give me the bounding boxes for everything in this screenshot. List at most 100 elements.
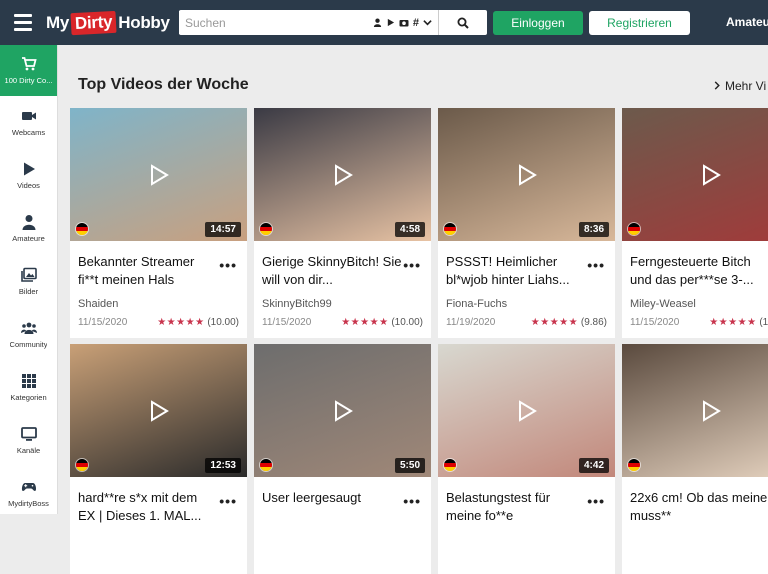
video-rating: (9.86) <box>580 317 607 328</box>
sidebar-item-amateure[interactable]: Amateure <box>0 202 57 255</box>
video-date: 11/15/2020 <box>78 317 128 328</box>
camera-icon <box>399 20 409 27</box>
sidebar-item-label: Bilder <box>18 287 39 296</box>
german-flag-icon <box>627 222 641 236</box>
more-videos-label: Mehr Vi <box>725 79 767 93</box>
video-author[interactable]: Shaiden <box>78 298 239 310</box>
search-input[interactable] <box>179 11 359 34</box>
video-card[interactable]: 4:42 Belastungstest für meine fo**e ••• <box>438 344 615 574</box>
video-rating: (10.00) <box>759 317 768 328</box>
sidebar-item-webcams[interactable]: Webcams <box>0 96 57 149</box>
video-info: Ferngesteuerte Bitch und das per***se 3-… <box>622 241 768 338</box>
video-card[interactable]: 2: Ferngesteuerte Bitch und das per***se … <box>622 108 768 338</box>
sidebar-item-label: MydirtyBoss <box>8 499 49 508</box>
more-options-icon[interactable]: ••• <box>219 257 237 273</box>
search-filter-dropdown[interactable]: # <box>373 10 439 35</box>
login-button[interactable]: Einloggen <box>493 11 583 35</box>
sidebar-item-dirty-coins[interactable]: 100 Dirty Co... <box>0 45 57 96</box>
more-options-icon[interactable]: ••• <box>403 493 421 509</box>
video-thumbnail[interactable]: 5:50 <box>254 344 431 477</box>
video-author[interactable]: Fiona-Fuchs <box>446 298 607 310</box>
video-card[interactable]: 12:53 hard**re s*x mit dem EX | Dieses 1.… <box>70 344 247 574</box>
video-author[interactable]: Miley-Weasel <box>630 298 768 310</box>
video-rating: (10.00) <box>207 317 239 328</box>
video-title[interactable]: Belastungstest für meine fo**e <box>446 489 586 525</box>
video-meta: 11/19/2020 ★★★★★ (9.86) <box>446 317 607 328</box>
tv-icon <box>20 427 37 441</box>
german-flag-icon <box>259 222 273 236</box>
video-title[interactable]: Gierige SkinnyBitch! Sie will von dir... <box>262 253 402 289</box>
video-title[interactable]: Bekannter Streamer fi**t meinen Hals <box>78 253 218 289</box>
video-thumbnail[interactable]: 2: <box>622 108 768 241</box>
video-thumbnail[interactable]: 12:53 <box>70 344 247 477</box>
video-camera-icon <box>21 112 36 120</box>
logo-text-dirty: Dirty <box>70 10 117 35</box>
search-icon <box>457 17 469 29</box>
sidebar-item-label: Community <box>9 340 48 349</box>
sidebar-item-kategorien[interactable]: Kategorien <box>0 361 57 414</box>
video-title[interactable]: 22x6 cm! Ob das meine muss** <box>630 489 768 525</box>
video-title[interactable]: PSSST! Heimlicher bl*wjob hinter Liahs..… <box>446 253 586 289</box>
more-options-icon[interactable]: ••• <box>587 257 605 273</box>
video-info: Belastungstest für meine fo**e ••• <box>438 477 615 574</box>
video-meta: 11/15/2020 ★★★★★ (10.00) <box>630 317 768 328</box>
video-thumbnail[interactable]: 14:57 <box>70 108 247 241</box>
video-info: hard**re s*x mit dem EX | Dieses 1. MAL.… <box>70 477 247 574</box>
video-info: User leergesaugt ••• <box>254 477 431 574</box>
play-icon[interactable] <box>700 164 722 186</box>
video-duration: 5:50 <box>394 458 425 473</box>
video-author[interactable]: SkinnyBitch99 <box>262 298 423 310</box>
video-card[interactable]: 14:57 Bekannter Streamer fi**t meinen Hal… <box>70 108 247 338</box>
more-options-icon[interactable]: ••• <box>587 493 605 509</box>
user-icon <box>22 215 35 230</box>
play-icon[interactable] <box>332 400 354 422</box>
video-meta: 11/15/2020 ★★★★★ (10.00) <box>78 317 239 328</box>
rating-stars-icon: ★★★★★ <box>709 317 757 328</box>
search-button[interactable] <box>439 10 487 35</box>
german-flag-icon <box>75 222 89 236</box>
play-icon[interactable] <box>516 400 538 422</box>
sidebar-item-label: Videos <box>17 181 40 190</box>
sidebar-item-kanaele[interactable]: Kanäle <box>0 414 57 467</box>
play-icon[interactable] <box>700 400 722 422</box>
video-meta: 11/15/2020 ★★★★★ (10.00) <box>262 317 423 328</box>
sidebar-item-bilder[interactable]: Bilder <box>0 255 57 308</box>
video-card[interactable]: 4:58 Gierige SkinnyBitch! Sie will von di… <box>254 108 431 338</box>
sidebar-item-community[interactable]: Community <box>0 308 57 361</box>
video-duration: 8:36 <box>578 222 609 237</box>
play-icon[interactable] <box>332 164 354 186</box>
search-bar: # <box>179 10 487 35</box>
video-title[interactable]: Ferngesteuerte Bitch und das per***se 3-… <box>630 253 768 289</box>
video-info: Bekannter Streamer fi**t meinen Hals ••• S… <box>70 241 247 338</box>
chevron-right-icon <box>714 81 720 90</box>
images-icon <box>20 267 37 282</box>
play-icon <box>387 18 394 27</box>
more-videos-link[interactable]: Mehr Vi <box>713 79 766 93</box>
play-icon[interactable] <box>516 164 538 186</box>
video-card[interactable]: 5:50 User leergesaugt ••• <box>254 344 431 574</box>
video-card[interactable]: 8:36 PSSST! Heimlicher bl*wjob hinter Lia… <box>438 108 615 338</box>
user-icon <box>373 18 381 27</box>
top-bar: My Dirty Hobby # Einloggen Registrieren … <box>0 0 768 45</box>
video-thumbnail[interactable]: 4:58 <box>254 108 431 241</box>
more-options-icon[interactable]: ••• <box>219 493 237 509</box>
video-title[interactable]: hard**re s*x mit dem EX | Dieses 1. MAL.… <box>78 489 218 525</box>
sidebar-item-videos[interactable]: Videos <box>0 149 57 202</box>
sidebar-item-label: Kanäle <box>16 446 41 455</box>
video-title[interactable]: User leergesaugt <box>262 489 402 525</box>
gamepad-icon <box>21 483 36 491</box>
video-info: 22x6 cm! Ob das meine muss**••• <box>622 477 768 574</box>
nav-amateure-link[interactable]: Amateu <box>726 15 768 29</box>
section-title: Top Videos der Woche <box>78 76 249 93</box>
video-thumbnail[interactable]: 4:42 <box>438 344 615 477</box>
video-thumbnail[interactable] <box>622 344 768 477</box>
hamburger-menu-icon[interactable] <box>0 0 46 45</box>
play-icon[interactable] <box>148 400 170 422</box>
video-card[interactable]: 22x6 cm! Ob das meine muss**••• <box>622 344 768 574</box>
more-options-icon[interactable]: ••• <box>403 257 421 273</box>
register-button[interactable]: Registrieren <box>589 11 690 35</box>
sidebar-item-mydirtyboss[interactable]: MydirtyBoss <box>0 467 57 520</box>
video-thumbnail[interactable]: 8:36 <box>438 108 615 241</box>
play-icon[interactable] <box>148 164 170 186</box>
site-logo[interactable]: My Dirty Hobby <box>46 0 170 45</box>
